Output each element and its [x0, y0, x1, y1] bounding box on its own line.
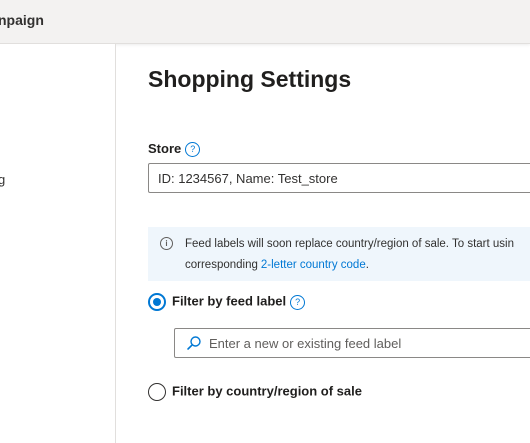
store-label: Store: [148, 141, 182, 156]
search-icon: [187, 336, 201, 350]
info-text-line1: Feed labels will soon replace country/re…: [185, 238, 514, 250]
filter-country-text: Filter by country/region of sale: [172, 383, 362, 399]
info-period: .: [365, 259, 369, 271]
top-bar: npaign: [0, 0, 530, 44]
filter-country-option[interactable]: Filter by country/region of sale: [148, 383, 362, 401]
filter-feed-label-text: Filter by feed label: [172, 293, 287, 309]
main-content: Shopping Settings Store? ID: 1234567, Na…: [116, 44, 530, 443]
feed-label-input[interactable]: [209, 333, 529, 353]
left-navigation: g: [0, 44, 116, 443]
page-title: Shopping Settings: [148, 66, 352, 92]
info-text: corresponding: [185, 259, 258, 271]
info-banner: i Feed labels will soon replace country/…: [148, 227, 530, 281]
store-field[interactable]: ID: 1234567, Name: Test_store: [148, 163, 530, 193]
feed-label-search[interactable]: [174, 328, 530, 358]
country-code-link[interactable]: 2-letter country code: [261, 259, 366, 271]
store-label-row: Store?: [148, 141, 201, 158]
info-text-line2: corresponding 2-letter country code.: [185, 259, 369, 271]
help-icon[interactable]: ?: [185, 142, 201, 158]
nav-item-label[interactable]: g: [0, 172, 5, 187]
info-icon: i: [160, 237, 173, 250]
campaign-title: npaign: [0, 12, 44, 28]
store-value: ID: 1234567, Name: Test_store: [158, 171, 338, 186]
help-icon[interactable]: ?: [290, 294, 306, 310]
radio-unselected[interactable]: [148, 383, 166, 401]
filter-feed-label-option[interactable]: Filter by feed label?: [148, 293, 306, 311]
radio-selected[interactable]: [148, 293, 166, 311]
